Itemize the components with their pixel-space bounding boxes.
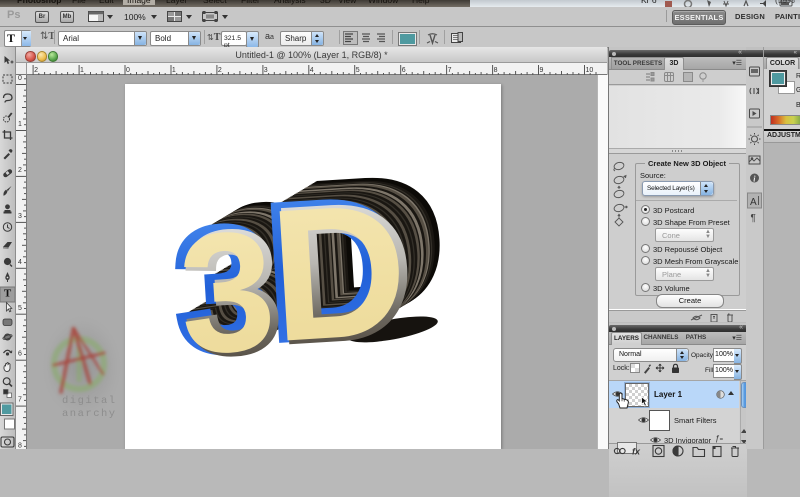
- svg-text:anarchy: anarchy: [62, 408, 117, 420]
- svg-text:6: 6: [402, 67, 406, 74]
- svg-text:3: 3: [18, 213, 22, 220]
- svg-text:6: 6: [18, 351, 22, 358]
- svg-text:3: 3: [264, 67, 268, 74]
- svg-text:4: 4: [18, 259, 22, 266]
- svg-text:9: 9: [540, 67, 544, 74]
- svg-text:2: 2: [34, 67, 38, 74]
- svg-text:5: 5: [356, 67, 360, 74]
- svg-text:2: 2: [218, 67, 222, 74]
- svg-text:7: 7: [18, 397, 22, 404]
- svg-text:T: T: [4, 288, 12, 300]
- svg-text:fx: fx: [632, 447, 641, 457]
- svg-text:0: 0: [126, 67, 130, 74]
- svg-text:¶: ¶: [751, 213, 756, 224]
- svg-text:digital: digital: [62, 395, 117, 407]
- svg-text:5: 5: [18, 305, 22, 312]
- svg-text:7: 7: [448, 67, 452, 74]
- svg-text:A: A: [750, 197, 757, 208]
- svg-text:1: 1: [18, 121, 22, 128]
- svg-text:1: 1: [172, 67, 176, 74]
- svg-text:4: 4: [310, 67, 314, 74]
- svg-text:0: 0: [18, 75, 22, 82]
- svg-text:8: 8: [494, 67, 498, 74]
- svg-text:8: 8: [18, 443, 22, 449]
- svg-text:10: 10: [586, 67, 594, 74]
- svg-text:2: 2: [18, 167, 22, 174]
- svg-text:1: 1: [80, 67, 84, 74]
